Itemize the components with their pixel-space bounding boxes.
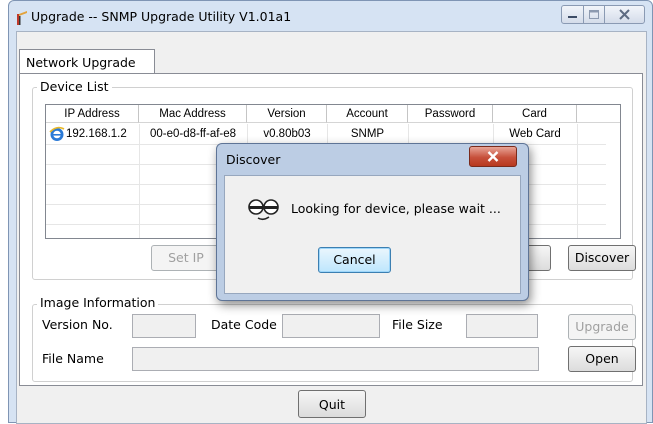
column-header-empty — [577, 105, 620, 123]
image-info-label: Image Information — [37, 295, 159, 310]
minimize-icon — [568, 16, 577, 18]
close-button[interactable] — [604, 5, 645, 24]
cell-account: SNMP — [350, 128, 385, 140]
close-icon — [619, 9, 630, 20]
file-size-field — [466, 314, 538, 338]
cell-password — [408, 124, 493, 144]
dialog-client: Looking for device, please wait ... Canc… — [224, 175, 521, 294]
maximize-icon — [589, 10, 599, 19]
file-name-label: File Name — [42, 351, 104, 366]
cell-card: Web Card — [509, 128, 561, 140]
date-code-label: Date Code — [211, 317, 277, 332]
tab-label: Network Upgrade — [26, 55, 136, 70]
set-ip-button[interactable]: Set IP — [151, 245, 221, 271]
device-list-label: Device List — [37, 79, 112, 94]
ie-browser-icon — [49, 126, 65, 141]
tab-network-upgrade[interactable]: Network Upgrade — [19, 49, 155, 74]
open-button[interactable]: Open — [568, 346, 636, 372]
version-no-label: Version No. — [42, 317, 113, 332]
cancel-button[interactable]: Cancel — [318, 247, 391, 273]
window-title: Upgrade -- SNMP Upgrade Utility V1.01a1 — [31, 9, 292, 24]
app-icon — [17, 11, 27, 25]
column-header[interactable]: IP Address — [46, 105, 139, 123]
column-header[interactable]: Version — [247, 105, 327, 123]
title-bar[interactable]: Upgrade -- SNMP Upgrade Utility V1.01a1 — [9, 1, 652, 31]
table-row[interactable]: 192.168.1.2 00-e0-d8-ff-af-e8 v0.80b03 S… — [46, 124, 606, 144]
cell-mac: 00-e0-d8-ff-af-e8 — [149, 128, 237, 140]
discover-dialog: Discover Looking for device, please wait… — [216, 143, 529, 301]
minimize-button[interactable] — [561, 5, 584, 24]
version-no-field — [132, 314, 196, 338]
column-header[interactable]: Mac Address — [139, 105, 247, 123]
quit-button[interactable]: Quit — [298, 390, 366, 418]
close-icon — [487, 151, 499, 162]
dialog-title: Discover — [226, 152, 281, 167]
column-header[interactable]: Card — [493, 105, 577, 123]
file-name-field — [132, 347, 539, 371]
date-code-field — [282, 314, 380, 338]
searching-eyes-icon — [248, 199, 279, 221]
upgrade-button[interactable]: Upgrade — [568, 314, 636, 340]
cell-version: v0.80b03 — [263, 128, 311, 140]
dialog-close-button[interactable] — [469, 146, 517, 167]
file-size-label: File Size — [392, 317, 443, 332]
column-header[interactable]: Password — [408, 105, 493, 123]
maximize-button[interactable] — [583, 5, 605, 24]
cell-ip: 192.168.1.2 — [66, 128, 127, 140]
discover-button[interactable]: Discover — [568, 245, 636, 271]
dialog-message: Looking for device, please wait ... — [291, 201, 501, 216]
column-header[interactable]: Account — [327, 105, 408, 123]
